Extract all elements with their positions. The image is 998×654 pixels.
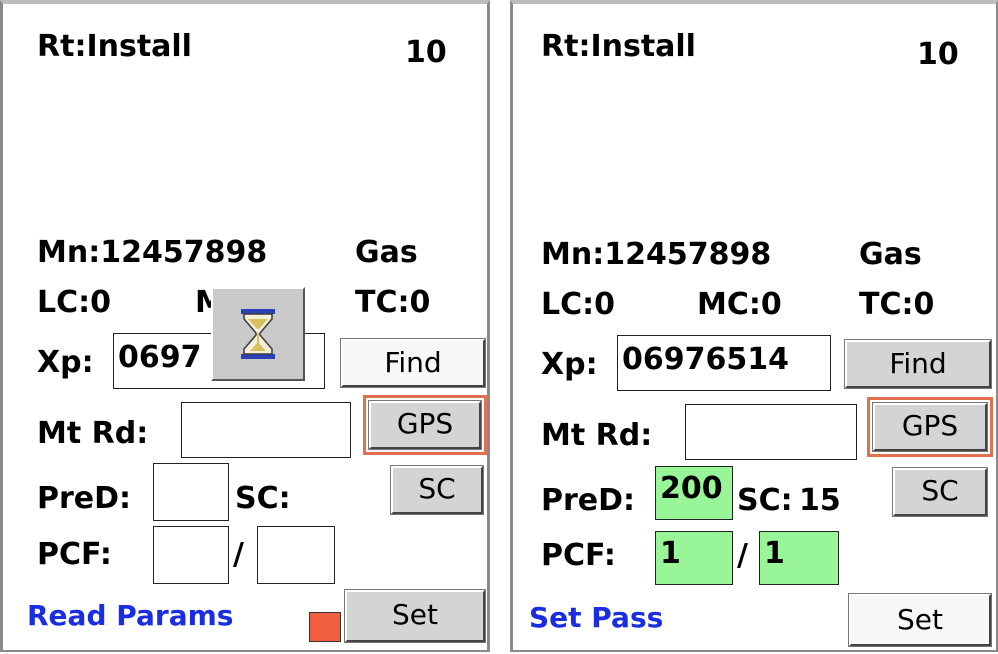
pcf-separator: / xyxy=(233,537,244,572)
xp-label: Xp: xyxy=(541,347,598,382)
tc-count: TC:0 xyxy=(859,287,935,322)
route-count: 10 xyxy=(405,35,447,70)
pred-label: PreD: xyxy=(37,481,132,516)
pcf-field-b[interactable] xyxy=(257,526,335,584)
set-button[interactable]: Set xyxy=(848,593,992,647)
xp-field[interactable]: 06976514 xyxy=(617,335,831,391)
pcf-field-a[interactable] xyxy=(153,526,229,584)
utility-type: Gas xyxy=(859,237,922,272)
pcf-label: PCF: xyxy=(541,538,616,573)
sc-button[interactable]: SC xyxy=(892,467,988,517)
hourglass-icon xyxy=(241,309,275,359)
panel-gap xyxy=(490,0,510,654)
pcf-field-a[interactable]: 1 xyxy=(655,531,733,585)
sc-label: SC: xyxy=(235,481,291,516)
status-text: Set Pass xyxy=(529,601,664,634)
set-button[interactable]: Set xyxy=(344,589,486,643)
pcf-field-b[interactable]: 1 xyxy=(759,531,839,585)
sc-label: SC: xyxy=(737,483,793,518)
find-button[interactable]: Find xyxy=(844,339,992,389)
gps-button[interactable]: GPS xyxy=(872,402,988,452)
meter-number: Mn:12457898 xyxy=(541,237,772,272)
lc-count: LC:0 xyxy=(541,287,616,322)
meter-number: Mn:12457898 xyxy=(37,235,268,270)
busy-dialog xyxy=(211,287,305,381)
meter-read-field[interactable] xyxy=(685,404,857,460)
status-indicator xyxy=(309,612,341,642)
pred-field[interactable] xyxy=(153,463,229,521)
sc-value: 15 xyxy=(799,483,841,518)
pred-field[interactable]: 200 xyxy=(655,466,733,520)
utility-type: Gas xyxy=(355,235,418,270)
tc-count: TC:0 xyxy=(355,285,431,320)
route-count: 10 xyxy=(917,37,959,72)
mc-count: MC:0 xyxy=(697,287,782,322)
pred-label: PreD: xyxy=(541,483,636,518)
screen-left: Rt:Install 10 Mn:12457898 Gas LC:0 M TC:… xyxy=(0,0,490,652)
gps-button[interactable]: GPS xyxy=(368,400,482,450)
pcf-label: PCF: xyxy=(37,537,112,572)
status-text: Read Params xyxy=(27,599,234,632)
meter-read-label: Mt Rd: xyxy=(541,418,653,453)
pcf-separator: / xyxy=(737,538,748,573)
sc-button[interactable]: SC xyxy=(390,465,484,515)
meter-read-label: Mt Rd: xyxy=(37,416,149,451)
find-button[interactable]: Find xyxy=(340,338,486,388)
meter-read-field[interactable] xyxy=(181,402,351,458)
screen-right: Rt:Install 10 Mn:12457898 Gas LC:0 MC:0 … xyxy=(510,0,998,652)
xp-label: Xp: xyxy=(37,345,94,380)
route-label: Rt:Install xyxy=(37,29,192,64)
route-label: Rt:Install xyxy=(541,29,696,64)
lc-count: LC:0 xyxy=(37,285,112,320)
